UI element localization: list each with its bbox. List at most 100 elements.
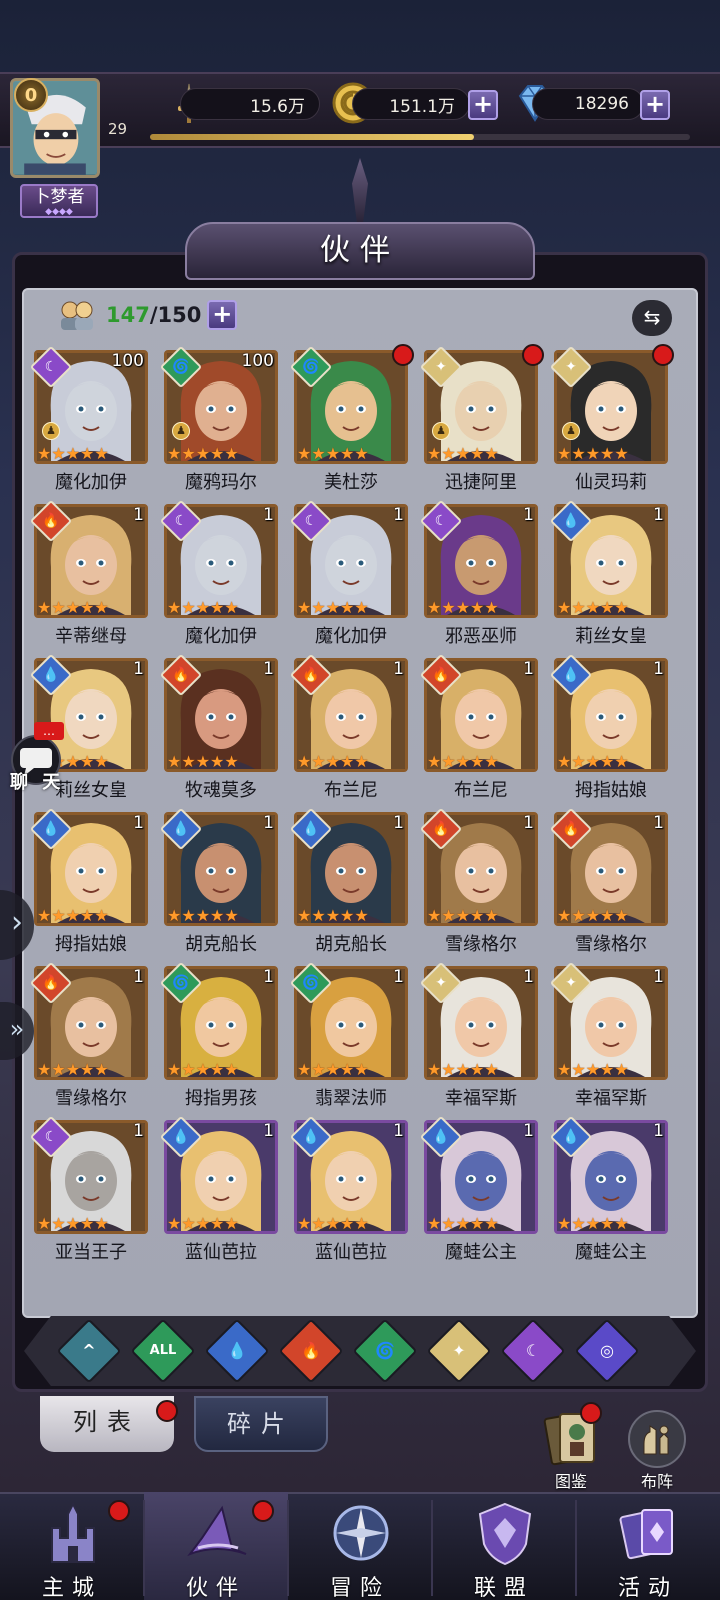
hero-grid: ☾ 100 ♟ ★ ★ ★ ★ ★ 魔化加伊 🌀 100 ♟ ★ ★ ★ ★ ★ 魔鸦玛尔 (29, 344, 684, 1263)
tab-list-notification-dot (156, 1400, 178, 1422)
chat-label[interactable]: 聊 天 (10, 768, 64, 794)
hero-level: 1 (393, 967, 404, 987)
hero-card[interactable]: 🌀 1 ★ ★ ★ ★ ★ 翡翠法师 (289, 961, 408, 1109)
vip-badge[interactable]: 0 (14, 78, 48, 112)
nav-notification-dot (108, 1500, 130, 1522)
hero-name: 幸福罕斯 (575, 1088, 647, 1109)
hero-name: 拇指男孩 (185, 1088, 257, 1109)
hero-level: 1 (133, 505, 144, 525)
hero-notification-dot (522, 344, 544, 366)
hero-card[interactable]: 💧 1 ★ ★ ★ ★ ★ 拇指姑娘 (549, 653, 668, 801)
hero-level: 1 (133, 813, 144, 833)
hero-card[interactable]: ☾ 1 ★ ★ ★ ★ ★ 魔化加伊 (159, 499, 278, 647)
hero-card[interactable]: 🔥 1 ★ ★ ★ ★ ★ 辛蒂继母 (29, 499, 148, 647)
hero-stars: ★★★★★ (37, 1060, 109, 1079)
hero-card[interactable]: 💧 1 ★ ★ ★ ★ ★ 蓝仙芭拉 (289, 1115, 408, 1263)
witch-hat-icon (187, 1505, 247, 1557)
hero-stars: ★★★★★ (427, 444, 499, 463)
hero-card[interactable]: 💧 1 ★ ★ ★ ★ ★ 蓝仙芭拉 (159, 1115, 278, 1263)
hero-card[interactable]: 🔥 1 ★ ★ ★ ★ ★ 雪缘格尔 (549, 807, 668, 955)
tab-fragments[interactable]: 碎片 (194, 1396, 328, 1452)
formation-chess-icon[interactable] (626, 1408, 688, 1470)
hero-name: 布兰尼 (324, 780, 378, 801)
formation-label[interactable]: 布阵 (622, 1468, 692, 1492)
hero-card[interactable]: 🌀 1 ★ ★ ★ ★ ★ 拇指男孩 (159, 961, 278, 1109)
expand-roster-button[interactable]: + (207, 300, 238, 330)
hero-card[interactable]: 🔥 1 ★ ★ ★ ★ ★ 布兰尼 (419, 653, 538, 801)
hero-card[interactable]: 🔥 1 ★ ★ ★ ★ ★ 雪缘格尔 (29, 961, 148, 1109)
sort-swap-button[interactable]: ⇆ (632, 300, 672, 336)
hero-name: 蓝仙芭拉 (315, 1242, 387, 1263)
hero-card[interactable]: ☾ 1 ★ ★ ★ ★ ★ 魔化加伊 (289, 499, 408, 647)
hero-stars: ★★★★★ (557, 1214, 629, 1233)
hero-stars: ★★★★★ (557, 444, 629, 463)
hero-name: 魔鸦玛尔 (185, 472, 257, 493)
hero-stars: ★★★★★ (167, 1214, 239, 1233)
partners-icon (61, 301, 93, 330)
svg-text:…: … (43, 724, 55, 738)
hero-name: 蓝仙芭拉 (185, 1242, 257, 1263)
hero-level: 1 (263, 813, 274, 833)
codex-label[interactable]: 图鉴 (536, 1468, 606, 1492)
hero-card[interactable]: ☾ 1 ★ ★ ★ ★ ★ 邪恶巫师 (419, 499, 538, 647)
hero-card[interactable]: 💧 1 ★ ★ ★ ★ ★ 胡克船长 (289, 807, 408, 955)
hero-level: 1 (263, 967, 274, 987)
hero-card[interactable]: 💧 1 ★★★★★ 莉丝女皇 (549, 499, 668, 647)
player-level: 29 (108, 120, 128, 138)
hero-card[interactable]: ✦ ♟ ★ ★ ★ ★ ★ 仙灵玛莉 (549, 344, 674, 493)
hero-name: 莉丝女皇 (575, 626, 647, 647)
hero-card[interactable]: 💧 1 ★ ★ ★ ★ ★ 胡克船长 (159, 807, 278, 955)
roster-count-text: 147/150 (106, 303, 201, 327)
hero-card[interactable]: 🌀 100 ♟ ★ ★ ★ ★ ★ 魔鸦玛尔 (159, 345, 278, 493)
hero-level: 1 (133, 659, 144, 679)
hero-card[interactable]: 💧 1 ★ ★ ★ ★ ★ 魔蛙公主 (549, 1115, 668, 1263)
hero-card[interactable]: ✦ 1 ★ ★ ★ ★ ★ 幸福罕斯 (549, 961, 668, 1109)
hero-stars: ★★★★★ (167, 444, 239, 463)
hero-name: 胡克船长 (315, 934, 387, 955)
hero-card[interactable]: 🌀 ★ ★ ★ ★ ★ 美杜莎 (289, 344, 414, 493)
hero-notification-dot (392, 344, 414, 366)
hero-card[interactable]: 🔥 1 ★ ★ ★ ★ ★ 牧魂莫多 (159, 653, 278, 801)
tab-list[interactable]: 列表 (40, 1396, 174, 1452)
hero-stars: ★★★★★ (557, 752, 629, 771)
hero-name: 迅捷阿里 (445, 472, 517, 493)
nav-notification-dot (252, 1500, 274, 1522)
hero-stars: ★★★★★ (297, 906, 369, 925)
nav-cards[interactable]: 活动 (576, 1492, 720, 1600)
hero-name: 雪缘格尔 (55, 1088, 127, 1109)
hero-name: 亚当王子 (55, 1242, 127, 1263)
awaken-mark-icon: ♟ (562, 422, 580, 440)
codex-notification-dot (580, 1402, 602, 1424)
hero-stars: ★★★★★ (37, 906, 109, 925)
hero-card[interactable]: ☾ 1 ★ ★ ★ ★ ★ 亚当王子 (29, 1115, 148, 1263)
hero-card[interactable]: 🔥 1 ★ ★ ★ ★ ★ 雪缘格尔 (419, 807, 538, 955)
hero-card[interactable]: ✦ 1 ★ ★ ★ ★ ★ 幸福罕斯 (419, 961, 538, 1109)
add-gold-button[interactable]: + (468, 90, 498, 120)
nav-shield[interactable]: 联盟 (432, 1492, 576, 1600)
hero-notification-dot (652, 344, 674, 366)
nav-castle[interactable]: 主城 (0, 1492, 144, 1600)
hero-stars: ★★★★★ (557, 598, 629, 617)
hero-name: 仙灵玛莉 (575, 472, 647, 493)
hero-name: 魔化加伊 (315, 626, 387, 647)
add-gems-button[interactable]: + (640, 90, 670, 120)
gem-value: 18296 (532, 88, 644, 120)
hero-stars: ★★★★★ (427, 598, 499, 617)
hero-card[interactable]: 💧 1 ★ ★ ★ ★ ★ 拇指姑娘 (29, 807, 148, 955)
shield-icon (478, 1502, 532, 1566)
nav-witch-hat[interactable]: 伙伴 (144, 1492, 288, 1600)
hero-level: 1 (653, 659, 664, 679)
hero-card[interactable]: 💧 1 ★ ★ ★ ★ ★ 魔蛙公主 (419, 1115, 538, 1263)
hero-level: 1 (263, 1121, 274, 1141)
hero-stars: ★★★★★ (167, 752, 239, 771)
hero-name: 魔化加伊 (185, 626, 257, 647)
hero-name: 胡克船长 (185, 934, 257, 955)
hero-card[interactable]: ✦ ♟ ★ ★ ★ ★ ★ 迅捷阿里 (419, 344, 544, 493)
nav-compass[interactable]: 冒险 (288, 1492, 432, 1600)
hero-level: 1 (653, 505, 664, 525)
roster-current: 147 (106, 303, 150, 327)
hero-card[interactable]: ☾ 100 ♟ ★ ★ ★ ★ ★ 魔化加伊 (29, 345, 148, 493)
hero-stars: ★★★★★ (427, 1060, 499, 1079)
hero-level: 1 (523, 1121, 534, 1141)
hero-card[interactable]: 🔥 1 ★ ★ ★ ★ ★ 布兰尼 (289, 653, 408, 801)
